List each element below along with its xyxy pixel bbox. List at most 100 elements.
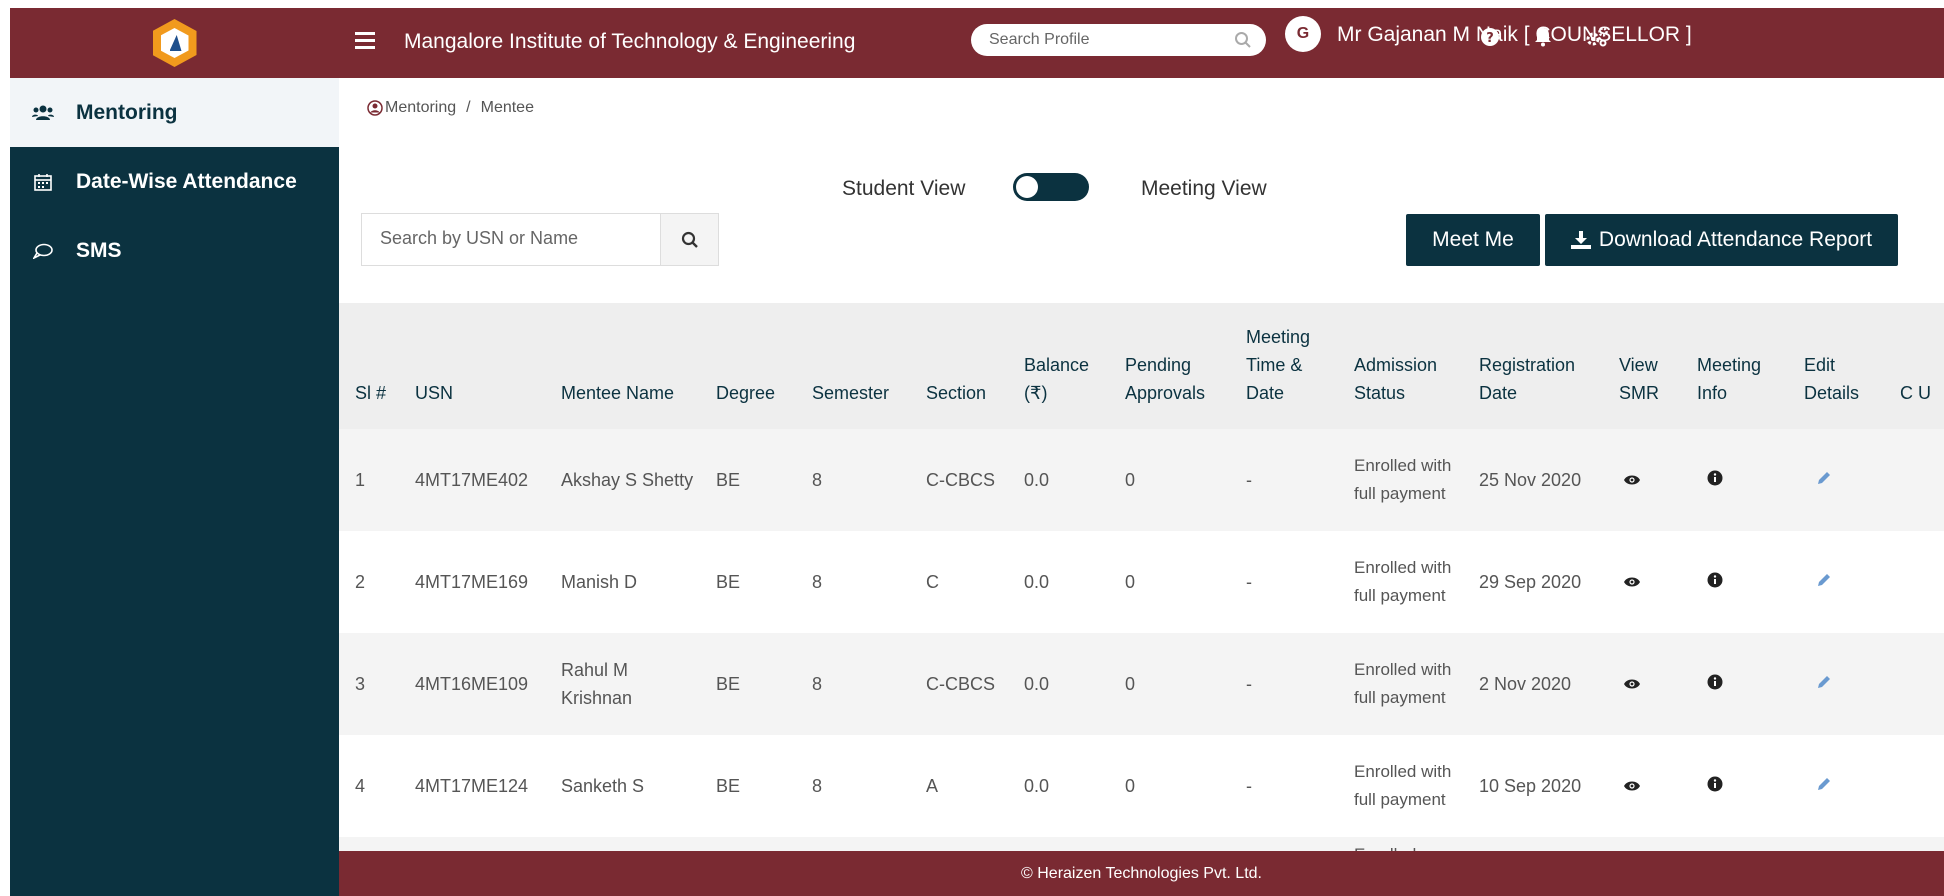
download-button-label: Download Attendance Report (1598, 228, 1873, 251)
col-header-meeting-info[interactable]: Meeting Info (1681, 303, 1788, 429)
edit-pencil-icon[interactable] (1816, 772, 1832, 800)
cell-pending: 0 (1125, 572, 1136, 592)
mentee-table-container[interactable]: Sl # USN Mentee Name Degree Semester Sec… (339, 303, 1944, 851)
settings-icon[interactable] (1585, 25, 1609, 49)
cell-action (1681, 735, 1788, 837)
meet-me-button[interactable]: Meet Me (1406, 214, 1540, 266)
cell-degree: BE (716, 572, 741, 592)
cell-section: C-CBCS (926, 470, 996, 490)
col-header-view-smr[interactable]: View SMR (1603, 303, 1681, 429)
col-header-usn[interactable]: USN (399, 303, 545, 429)
cell-action (1603, 429, 1681, 531)
col-header-section[interactable]: Section (910, 303, 1008, 429)
cell-registration (1463, 837, 1603, 851)
table-row[interactable]: 4 4MT17ME124 Sanketh S BE 8 A 0.0 0 - Enrolled wi… (339, 735, 1944, 837)
cell-action (1884, 531, 1944, 633)
usn-search-input[interactable] (380, 228, 660, 249)
user-name[interactable]: Mr Gajanan M Naik [ COUNSELLOR ] (1337, 23, 1692, 47)
cell-usn: 4MT16ME109 (415, 674, 529, 694)
cell-action (1884, 429, 1944, 531)
sidebar-item-sms[interactable]: SMS (10, 216, 339, 285)
cell-degree: BE (716, 674, 741, 694)
cell-semester (796, 837, 910, 851)
edit-pencil-icon[interactable] (1816, 466, 1832, 494)
table-row[interactable]: 3 4MT16ME109 Rahul M Krishnan BE 8 C-CBCS 0.0 0… (339, 633, 1944, 735)
cell-action (1681, 531, 1788, 633)
view-smr-eye-icon[interactable] (1623, 670, 1641, 698)
breadcrumb-root-link[interactable]: Mentoring (385, 99, 456, 117)
col-header-edit-details[interactable]: Edit Details (1788, 303, 1884, 429)
calendar-icon (32, 171, 54, 193)
cell-section: A (926, 776, 939, 796)
cell-sl: 4 (355, 776, 366, 796)
avatar[interactable]: G (1285, 16, 1321, 52)
cell-admission: Enrolled with full payment (1354, 558, 1452, 605)
meeting-view-label[interactable]: Meeting View (1141, 177, 1267, 201)
col-header-pending-approvals[interactable]: Pending Approvals (1109, 303, 1230, 429)
users-icon (32, 102, 54, 124)
download-icon (1570, 231, 1591, 249)
cell-action (1681, 837, 1788, 851)
col-header-registration-date[interactable]: Registration Date (1463, 303, 1603, 429)
breadcrumb: Mentoring / Mentee (367, 99, 534, 117)
cell-action (1788, 633, 1884, 735)
bell-icon[interactable] (1531, 25, 1555, 49)
search-profile-box[interactable] (971, 24, 1266, 56)
col-header-sl[interactable]: Sl # (339, 303, 399, 429)
cell-usn: 4MT17ME402 (415, 470, 529, 490)
cell-action (1603, 633, 1681, 735)
top-bar: Mangalore Institute of Technology & Engi… (10, 8, 1944, 78)
cell-admission: Enrolled with full payment (1354, 660, 1452, 707)
download-attendance-report-button[interactable]: Download Attendance Report (1545, 214, 1898, 266)
meeting-info-icon[interactable] (1707, 670, 1723, 698)
table-row[interactable]: Enrolled (339, 837, 1944, 851)
table-row[interactable]: 1 4MT17ME402 Akshay S Shetty BE 8 C-CBCS 0.0 0 -… (339, 429, 1944, 531)
cell-sl: 2 (355, 572, 366, 592)
meeting-info-icon[interactable] (1707, 772, 1723, 800)
cell-semester: 8 (812, 470, 823, 490)
col-header-extra[interactable]: C U (1884, 303, 1944, 429)
logo[interactable] (10, 8, 339, 78)
usn-search-button[interactable] (660, 214, 718, 265)
meeting-info-icon[interactable] (1707, 568, 1723, 596)
cell-balance: 0.0 (1024, 470, 1050, 490)
sidebar-item-date-wise-attendance[interactable]: Date-Wise Attendance (10, 147, 339, 216)
col-header-balance[interactable]: Balance (₹) (1008, 303, 1109, 429)
cell-sl: 1 (355, 470, 366, 490)
col-header-semester[interactable]: Semester (796, 303, 910, 429)
col-header-admission-status[interactable]: Admission Status (1338, 303, 1463, 429)
help-icon[interactable]: ? (1478, 25, 1502, 49)
edit-pencil-icon[interactable] (1816, 670, 1832, 698)
cell-sl: 3 (355, 674, 366, 694)
col-header-meeting-time[interactable]: Meeting Time & Date (1230, 303, 1338, 429)
cell-balance (1008, 837, 1109, 851)
cell-action (1788, 531, 1884, 633)
cell-registration: 29 Sep 2020 (1479, 572, 1582, 592)
cell-name: Sanketh S (561, 776, 645, 796)
sidebar-item-mentoring[interactable]: Mentoring (10, 78, 339, 147)
student-view-label[interactable]: Student View (842, 177, 965, 201)
search-icon[interactable] (1234, 31, 1252, 49)
cell-balance: 0.0 (1024, 674, 1050, 694)
cell-action (1603, 531, 1681, 633)
cell-action (1884, 837, 1944, 851)
view-smr-eye-icon[interactable] (1623, 772, 1641, 800)
meeting-info-icon[interactable] (1707, 466, 1723, 494)
cell-action (1884, 735, 1944, 837)
col-header-mentee-name[interactable]: Mentee Name (545, 303, 700, 429)
breadcrumb-separator: / (466, 99, 471, 116)
view-smr-eye-icon[interactable] (1623, 568, 1641, 596)
cell-section: C (926, 572, 939, 592)
col-header-degree[interactable]: Degree (700, 303, 796, 429)
edit-pencil-icon[interactable] (1816, 568, 1832, 596)
search-profile-input[interactable] (989, 29, 1219, 51)
cell-degree (700, 837, 796, 851)
hamburger-menu-icon[interactable] (355, 32, 375, 49)
table-row[interactable]: 2 4MT17ME169 Manish D BE 8 C 0.0 0 - Enrolled wit… (339, 531, 1944, 633)
cell-pending: 0 (1125, 674, 1136, 694)
view-smr-eye-icon[interactable] (1623, 466, 1641, 494)
toggle-knob (1016, 176, 1038, 198)
view-toggle-switch[interactable] (1013, 173, 1089, 201)
search-icon (681, 231, 698, 248)
user-circle-icon (367, 100, 383, 116)
